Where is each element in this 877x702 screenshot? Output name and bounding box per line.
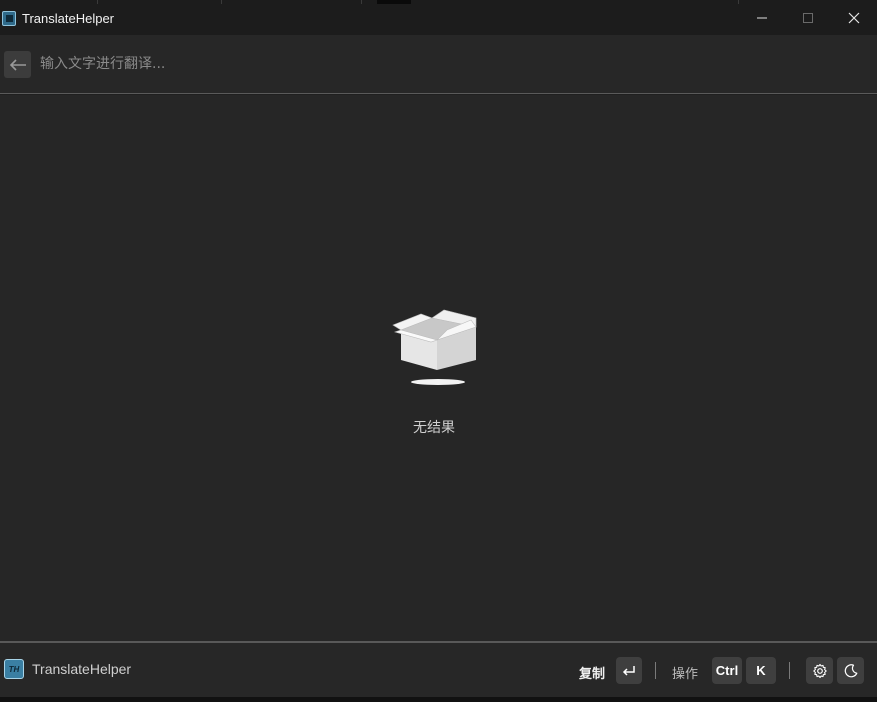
search-bar <box>0 35 877 94</box>
window-bottom-edge <box>0 697 877 702</box>
copy-action-label[interactable]: 复制 <box>579 663 605 682</box>
taskbar-segment-active <box>377 0 411 4</box>
app-logo: TH <box>4 659 24 679</box>
title-bar: TranslateHelper <box>0 0 877 35</box>
settings-button[interactable] <box>806 657 833 684</box>
results-area: 无结果 <box>0 95 877 641</box>
close-button[interactable] <box>831 0 877 35</box>
taskbar-segment <box>98 0 222 4</box>
taskbar-segment <box>0 0 98 4</box>
actions-label[interactable]: 操作 <box>672 663 698 682</box>
maximize-icon <box>803 12 813 23</box>
app-name: TranslateHelper <box>32 661 132 677</box>
minimize-button[interactable] <box>739 0 785 35</box>
back-button[interactable] <box>4 51 31 78</box>
maximize-button[interactable] <box>785 0 831 35</box>
taskbar-segment <box>222 0 362 4</box>
theme-toggle-button[interactable] <box>837 657 864 684</box>
divider <box>789 662 790 679</box>
enter-key-icon <box>622 665 635 676</box>
window-title: TranslateHelper <box>22 11 115 26</box>
app-icon <box>2 11 16 26</box>
arrow-left-icon <box>9 58 26 71</box>
enter-key-button[interactable] <box>616 657 642 684</box>
ctrl-key[interactable]: Ctrl <box>712 657 742 684</box>
k-key[interactable]: K <box>746 657 776 684</box>
taskbar-segment <box>411 0 739 4</box>
close-icon <box>848 12 860 23</box>
gear-icon <box>812 663 827 678</box>
divider <box>655 662 656 679</box>
footer-bar: TH TranslateHelper 复制 操作 Ctrl K <box>0 641 877 697</box>
search-input[interactable] <box>40 53 840 75</box>
moon-icon <box>844 663 857 677</box>
empty-box-icon <box>392 309 477 385</box>
no-results-text: 无结果 <box>413 420 455 436</box>
minimize-icon <box>757 17 767 18</box>
